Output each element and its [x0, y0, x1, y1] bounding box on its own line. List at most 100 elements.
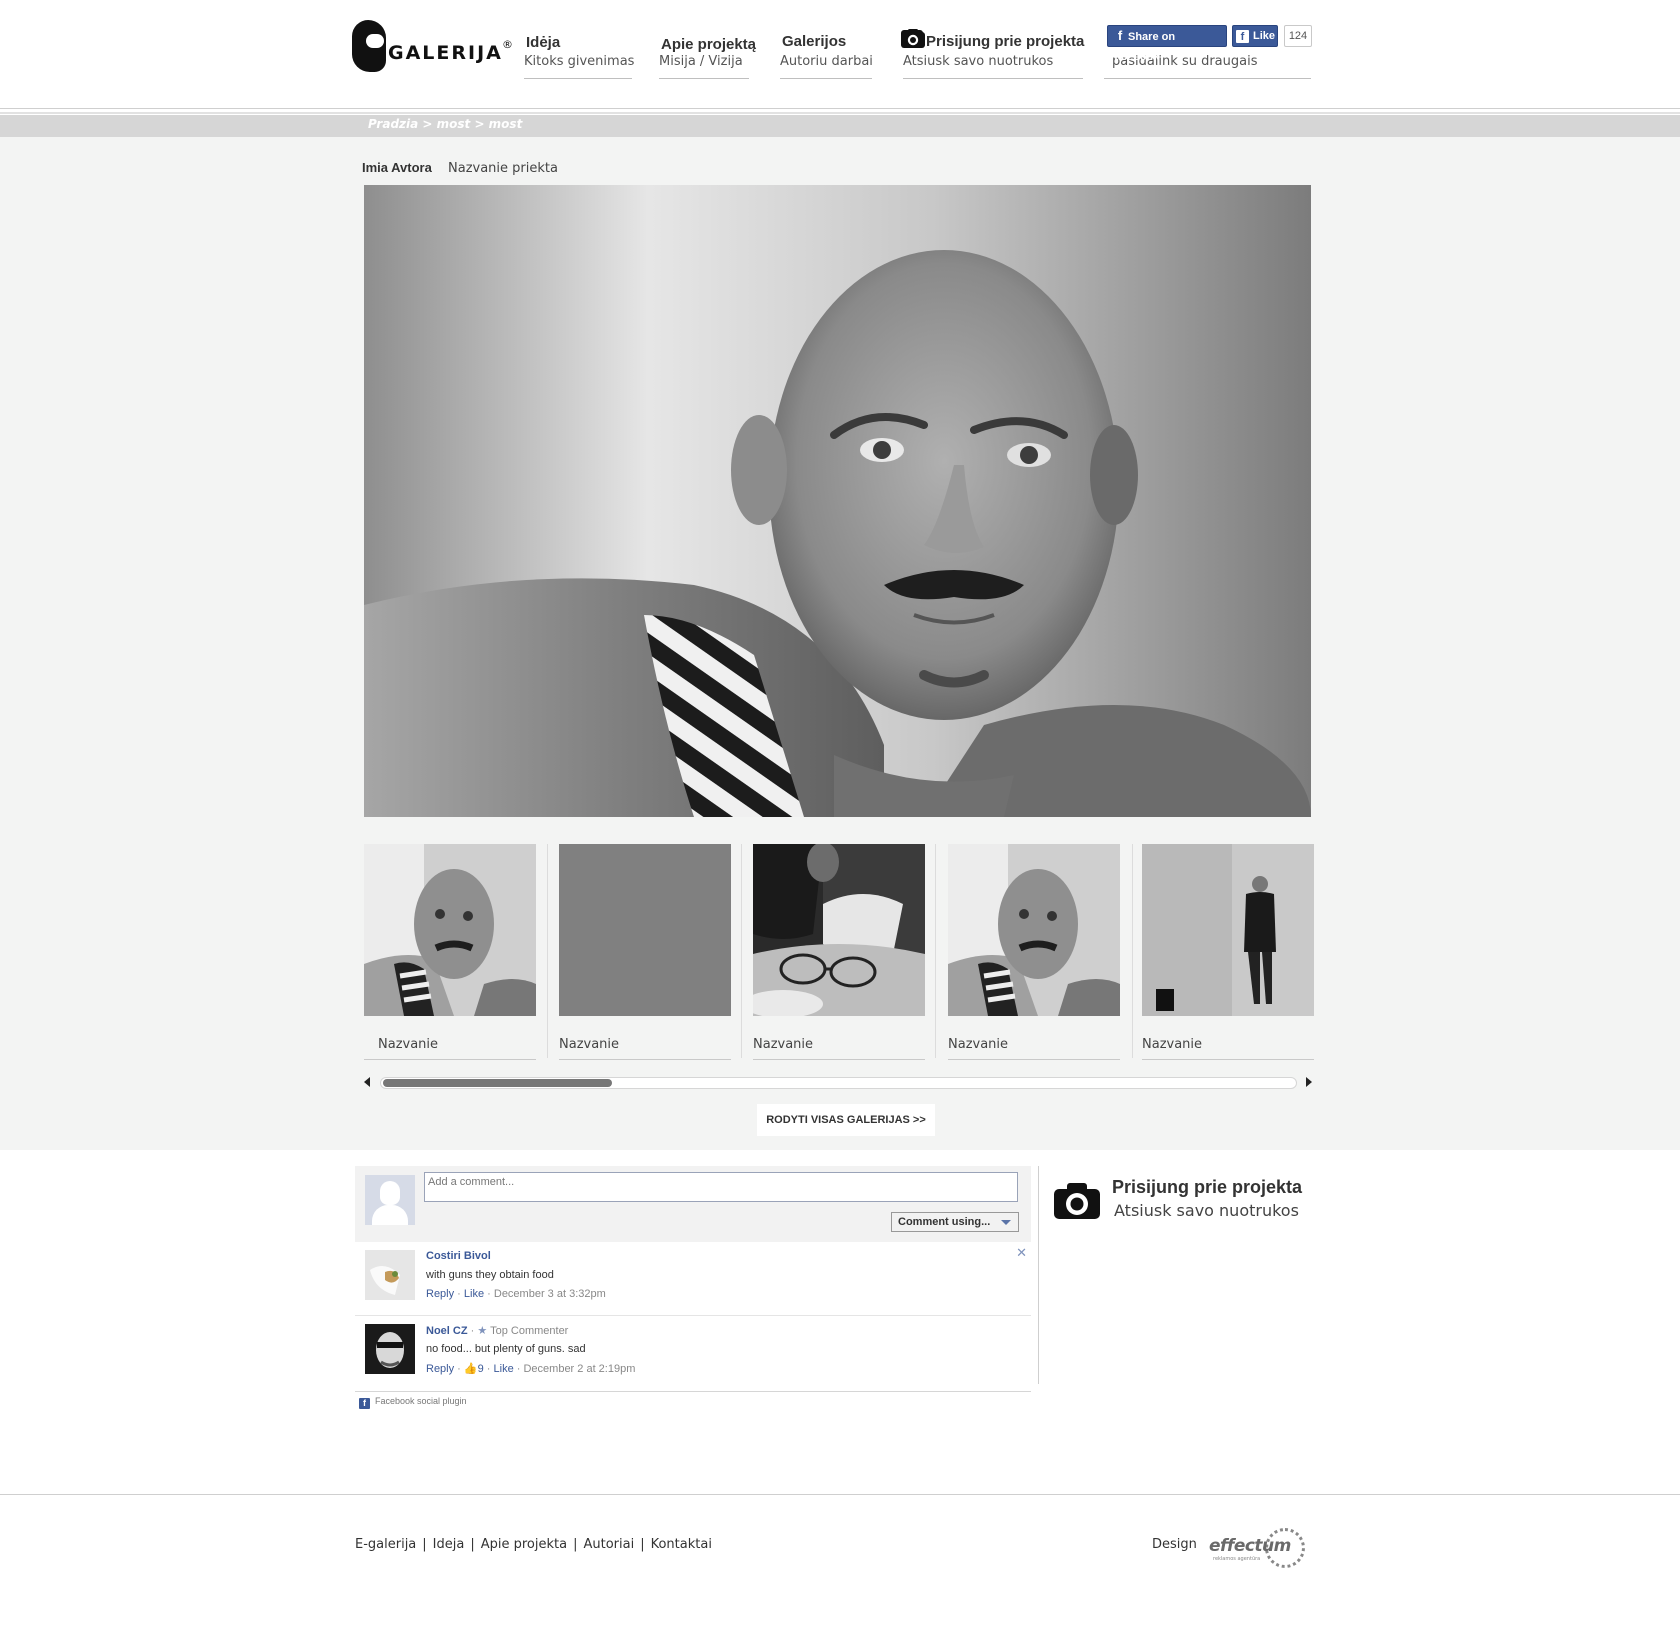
chevron-down-icon	[1001, 1220, 1011, 1225]
facebook-social-plugin-label[interactable]: f Facebook social plugin	[359, 1396, 467, 1409]
effectum-tagline: reklamos agentūra	[1213, 1556, 1261, 1562]
like-link[interactable]: Like	[464, 1288, 484, 1300]
comment-using-label: Comment using...	[898, 1216, 991, 1228]
scroll-right-arrow-icon[interactable]	[1306, 1077, 1312, 1087]
comment-using-dropdown[interactable]: Comment using...	[891, 1212, 1019, 1232]
thumbnail-caption: Nazvanie	[948, 1037, 1120, 1060]
footer-divider	[0, 1494, 1680, 1495]
nav-subtitle: Atsiusk savo nuotrukos	[903, 54, 1054, 69]
effectum-logo[interactable]: effectum reklamos agentūra	[1207, 1524, 1305, 1570]
thumbnail[interactable]: Nazvanie	[559, 844, 731, 1060]
thumbnail-scrollbar[interactable]	[380, 1077, 1297, 1089]
logo[interactable]: GALERIJA ®	[350, 18, 515, 76]
comment-likes-count[interactable]: 9	[478, 1363, 484, 1375]
comment-actions: Reply · Like · December 3 at 3:32pm	[426, 1288, 606, 1300]
like-count: 124	[1284, 25, 1312, 47]
facebook-like-button[interactable]: f Like	[1232, 25, 1278, 47]
scroll-left-arrow-icon[interactable]	[364, 1077, 370, 1087]
comment-item: Noel CZ · ★ Top Commenter no food... but…	[355, 1316, 1031, 1392]
thumbs-up-icon: 👍	[463, 1363, 478, 1375]
nav-subtitle: Autoriu darbai	[780, 54, 873, 69]
scrollbar-thumb[interactable]	[383, 1079, 612, 1087]
join-project-subtitle[interactable]: Atsiusk savo nuotrukos	[1114, 1201, 1299, 1220]
comment-date[interactable]: December 2 at 2:19pm	[523, 1363, 635, 1375]
comment-item: Costiri Bivol with guns they obtain food…	[355, 1242, 1031, 1316]
default-avatar-icon	[365, 1175, 415, 1225]
join-project-title[interactable]: Prisijung prie projekta	[1112, 1177, 1302, 1198]
comment-actions: Reply · 👍9 · Like · December 2 at 2:19pm	[426, 1363, 636, 1375]
facebook-icon: f	[359, 1398, 370, 1409]
close-icon[interactable]: ✕	[1016, 1246, 1027, 1261]
facebook-icon: f	[1117, 28, 1123, 43]
avatar[interactable]	[365, 1250, 415, 1300]
logo-mark-icon	[352, 20, 386, 72]
thumbnail[interactable]: Nazvanie	[753, 844, 925, 1060]
camera-icon	[1054, 1183, 1100, 1219]
nav-item-galerijos[interactable]: Galerijos Autoriu darbai	[780, 30, 873, 79]
nav-item-prisijung[interactable]: Prisijung prie projekta Atsiusk savo nuo…	[901, 29, 1085, 79]
show-all-galleries-button[interactable]: RODYTI VISAS GALERIJAS >>	[757, 1104, 935, 1136]
footer-nav: E-galerija | Ideja | Apie projekta | Autoriai |…	[355, 1537, 712, 1552]
thumbnail-divider	[935, 844, 936, 1058]
share-facebook-button[interactable]: f Share on Facebook	[1107, 25, 1227, 63]
thumbnail[interactable]: Nazvanie	[948, 844, 1120, 1060]
thumbnail-image-placeholder	[559, 844, 731, 1016]
nav-item-ideja[interactable]: Idėja Kitoks givenimas	[524, 30, 635, 79]
facebook-icon: f	[1236, 30, 1249, 43]
like-link[interactable]: Like	[494, 1363, 514, 1375]
breadcrumb-bar: Pradzia > most > most	[0, 115, 1680, 137]
breadcrumb[interactable]: Pradzia > most > most	[368, 117, 522, 131]
nav-title: Galerijos	[782, 33, 847, 50]
header-divider	[0, 108, 1680, 109]
thumbnail-caption: Nazvanie	[364, 1037, 536, 1060]
thumbnail-divider	[1132, 844, 1133, 1058]
comment-text: with guns they obtain food	[426, 1269, 554, 1281]
nav-title: Prisijung prie projekta	[926, 33, 1085, 50]
thumbnail[interactable]: Nazvanie	[1142, 844, 1314, 1060]
top-commenter-badge: · ★ Top Commenter	[470, 1325, 569, 1337]
comment-date[interactable]: December 3 at 3:32pm	[494, 1288, 606, 1300]
registered-mark: ®	[502, 38, 513, 51]
footer-link-apie-projekta[interactable]: Apie projekta	[481, 1537, 567, 1552]
thumbnail-image	[948, 844, 1120, 1016]
star-icon: ★	[477, 1325, 488, 1337]
avatar[interactable]	[365, 1324, 415, 1374]
footer-link-autoriai[interactable]: Autoriai	[583, 1537, 634, 1552]
nav-subtitle: Misija / Vizija	[659, 54, 743, 69]
photo-author: Imia Avtora	[362, 160, 432, 175]
footer-link-e-galerija[interactable]: E-galerija	[355, 1537, 416, 1552]
thumbnail-divider	[741, 844, 742, 1058]
photo-project-title: Nazvanie priekta	[448, 161, 558, 176]
nav-title: Idėja	[526, 34, 561, 51]
comment-author[interactable]: Noel CZ · ★ Top Commenter	[426, 1324, 568, 1337]
logo-text: GALERIJA	[388, 42, 503, 64]
thumbnail-image	[364, 844, 536, 1016]
header-divider	[0, 112, 1680, 114]
footer-link-kontaktai[interactable]: Kontaktai	[651, 1537, 712, 1552]
thumbnail-caption: Nazvanie	[753, 1037, 925, 1060]
thumbnail-image	[753, 844, 925, 1016]
reply-link[interactable]: Reply	[426, 1288, 454, 1300]
comment-text: no food... but plenty of guns. sad	[426, 1343, 586, 1355]
nav-item-apie-projekta[interactable]: Apie projektą Misija / Vizija	[659, 30, 756, 79]
camera-icon	[901, 29, 925, 48]
nav-title: Apie projektą	[661, 36, 757, 53]
thumbnail-caption: Nazvanie	[1142, 1037, 1314, 1060]
thumbnail-image	[1142, 844, 1314, 1016]
reply-link[interactable]: Reply	[426, 1363, 454, 1375]
thumbnail-divider	[547, 844, 548, 1058]
nav-subtitle: Kitoks givenimas	[524, 54, 635, 69]
comment-author[interactable]: Costiri Bivol	[426, 1250, 491, 1262]
footer-link-ideja[interactable]: Ideja	[433, 1537, 465, 1552]
main-photo[interactable]	[364, 185, 1311, 817]
thumbnail-caption: Nazvanie	[559, 1037, 731, 1060]
thumbnail[interactable]: Nazvanie	[364, 844, 536, 1060]
sidebar-divider	[1038, 1166, 1039, 1384]
design-credit-label: Design	[1152, 1537, 1197, 1552]
effectum-wordmark: effectum	[1209, 1536, 1291, 1556]
comment-input[interactable]: Add a comment...	[424, 1172, 1018, 1202]
site-header: GALERIJA ® Idėja Kitoks givenimas Apie p…	[0, 0, 1680, 110]
thumbnail-strip: Nazvanie Nazvanie Nazvanie Nazvanie Nazv…	[364, 844, 1314, 1060]
like-label: Like	[1253, 30, 1276, 42]
portrait-photo	[364, 185, 1311, 817]
